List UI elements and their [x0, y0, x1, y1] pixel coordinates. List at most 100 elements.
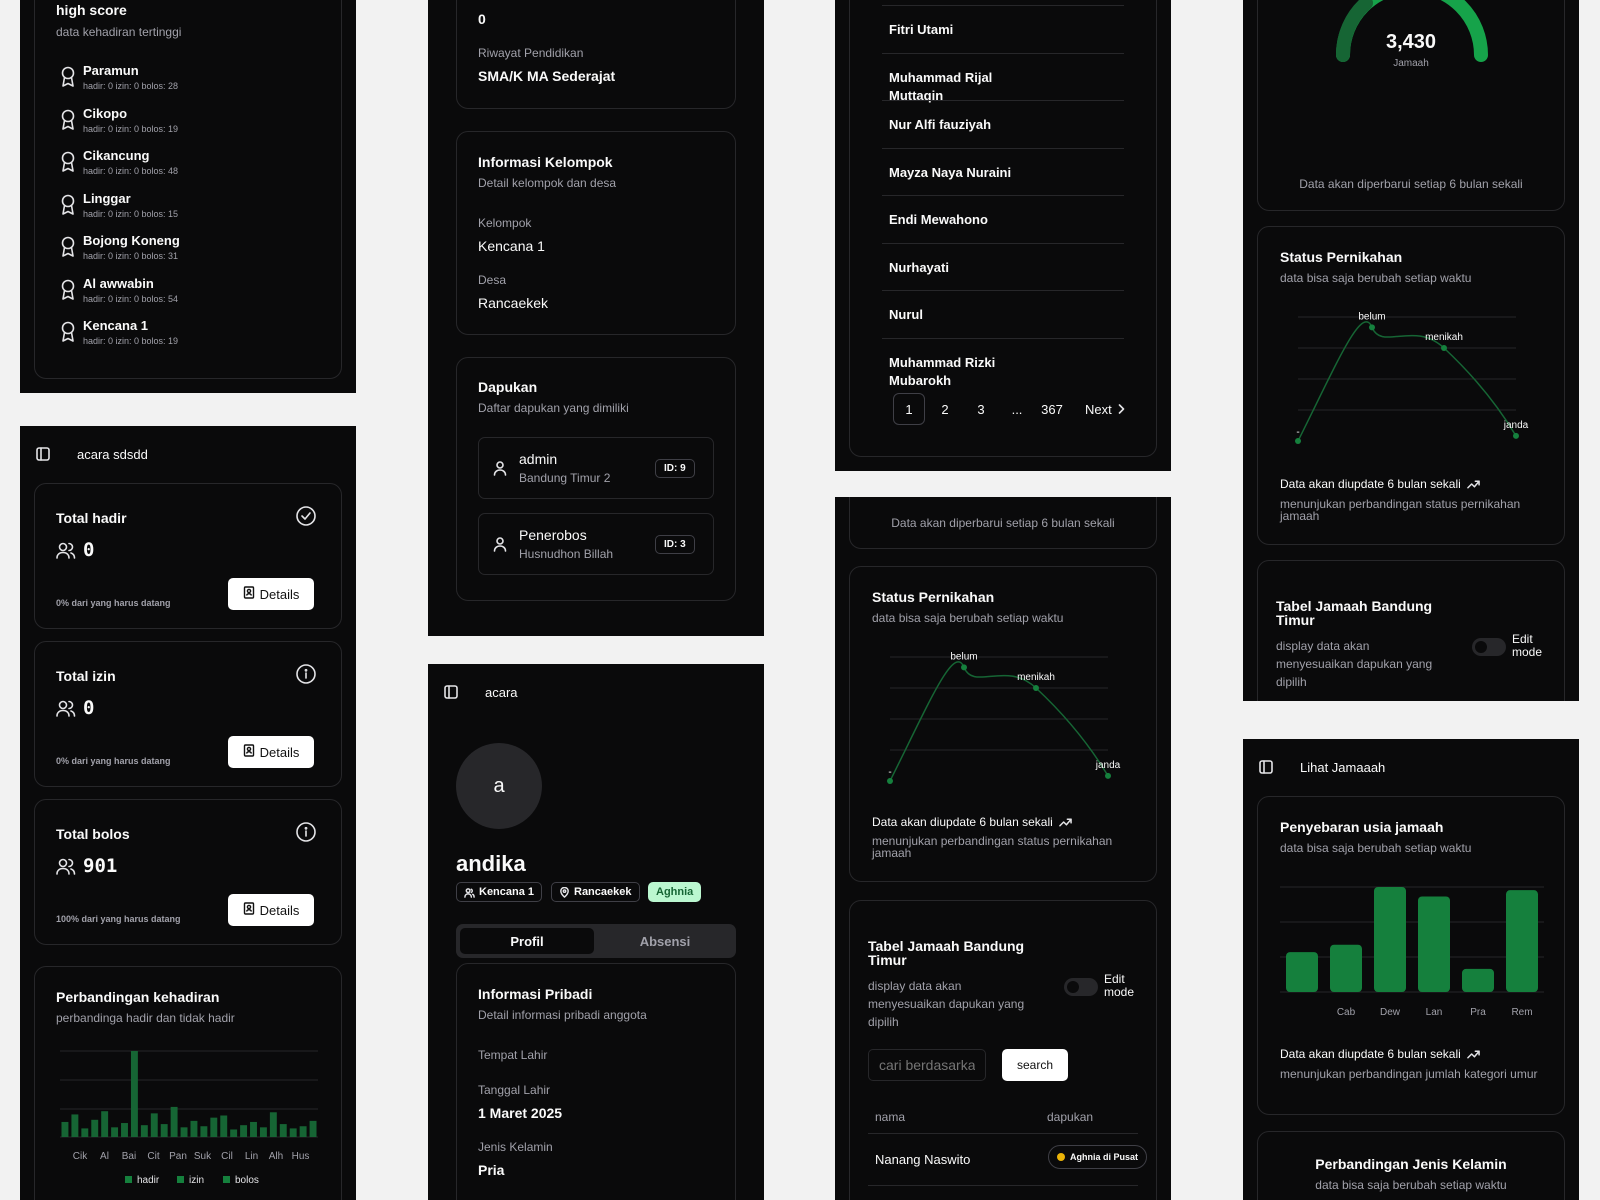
- tab-absensi[interactable]: Absensi: [598, 928, 732, 954]
- profile-partial-card: 0 Riwayat Pendidikan SMA/K MA Sederajat: [456, 0, 736, 109]
- award-icon: [60, 236, 76, 263]
- name-row[interactable]: Nurhayati: [889, 259, 1019, 277]
- table-row-dapukan: Aghnia di Pusat: [1048, 1145, 1148, 1169]
- dapukan-name: Penerobos: [519, 527, 587, 543]
- row-divider: [882, 195, 1124, 196]
- dapukan-id-badge: ID: 3: [655, 535, 695, 554]
- x-tick-label: Hus: [292, 1151, 310, 1162]
- status-point: [1369, 324, 1375, 331]
- usia-footer: Data akan diupdate 6 bulan sekali: [1280, 1047, 1480, 1061]
- dapukan-name: admin: [519, 451, 558, 467]
- dapukan-item[interactable]: admin Bandung Timur 2 ID: 9: [478, 437, 714, 499]
- bolos-bar: [289, 1128, 297, 1137]
- details-button[interactable]: Details: [228, 578, 314, 610]
- users-icon: [56, 541, 76, 564]
- sidebar-toggle-icon[interactable]: [36, 447, 50, 461]
- page-button[interactable]: 3: [965, 393, 997, 425]
- dapukan-subtitle: Daftar dapukan yang dimiliki: [478, 401, 629, 415]
- stat-value: 0: [83, 539, 95, 561]
- sidebar-toggle-icon[interactable]: [1259, 760, 1273, 774]
- sidebar-toggle-icon[interactable]: [444, 685, 458, 699]
- jamaah-header-title: Lihat Jamaaah: [1300, 760, 1386, 775]
- details-button[interactable]: Details: [228, 894, 314, 926]
- search-button[interactable]: search: [1002, 1049, 1068, 1081]
- bolos-bar: [170, 1106, 178, 1137]
- compare-chart: Cik Al Bai Cit Pan Suk Cil Lin Alh Hus hadir izin bo…: [60, 1050, 318, 1186]
- award-icon: [60, 66, 76, 93]
- table-title: Tabel Jamaah Bandung Timur: [868, 938, 1025, 968]
- name-row[interactable]: Endi Mewahono: [889, 211, 1019, 229]
- x-tick-label: Pan: [169, 1151, 187, 1162]
- usia-bar: [1330, 944, 1362, 992]
- tab-profil[interactable]: Profil: [460, 928, 594, 954]
- edit-mode-toggle[interactable]: [1472, 638, 1506, 656]
- status-title: Status Pernikahan: [1280, 249, 1403, 265]
- bolos-bar: [71, 1114, 79, 1137]
- name-row[interactable]: Fitri Utami: [889, 21, 1019, 39]
- gauge-card: 3,430 Jamaah Data akan diperbarui setiap…: [1257, 0, 1565, 211]
- col-nama-header: nama: [875, 1110, 906, 1124]
- edit-mode-toggle[interactable]: [1064, 978, 1098, 996]
- book-icon: [243, 744, 255, 760]
- status-point: [1033, 685, 1039, 691]
- compare-card: Perbandingan kehadiran perbandinga hadir…: [34, 966, 342, 1200]
- stat-note: 0% dari yang harus datang: [56, 756, 171, 766]
- dapukan-item[interactable]: Penerobos Husnudhon Billah ID: 3: [478, 513, 714, 575]
- name-row[interactable]: Mayza Naya Nuraini: [889, 164, 1019, 182]
- dapukan-place: Bandung Timur 2: [519, 471, 611, 485]
- bolos-bar: [121, 1123, 128, 1137]
- bolos-bar: [250, 1121, 257, 1137]
- x-tick-label: Cik: [73, 1151, 88, 1162]
- table-subtitle: display data akan menyesuaikan dapukan y…: [1276, 639, 1433, 689]
- usia-card: Penyebaran usia jamaah data bisa saja be…: [1257, 796, 1565, 1115]
- map-pin-icon: [560, 886, 569, 898]
- book-icon: [243, 586, 255, 602]
- award-icon: [60, 194, 76, 221]
- tanggal-lahir-label: Tanggal Lahir: [478, 1083, 551, 1097]
- next-page-button[interactable]: Next: [1085, 402, 1125, 417]
- status-point-label: menikah: [1017, 672, 1055, 683]
- name-row[interactable]: Nur Alfi fauziyah: [889, 116, 1019, 134]
- usia-chart: Cab Dew Lan Pra Rem: [1280, 886, 1544, 1018]
- row-divider: [882, 52, 1124, 54]
- highscore-item-name: Paramun: [83, 63, 139, 78]
- status-point: [1441, 345, 1447, 351]
- details-button[interactable]: Details: [228, 736, 314, 768]
- highscore-item-name: Cikopo: [83, 105, 128, 121]
- details-button-label: Details: [259, 902, 300, 918]
- gauge-value: 3,430: [1385, 31, 1437, 53]
- status-point-label: belum: [950, 651, 977, 662]
- tempat-lahir-label: Tempat Lahir: [478, 1048, 548, 1062]
- table-row-name: Nanang Naswito: [875, 1152, 971, 1167]
- profile-header-title: acara: [485, 685, 518, 700]
- trending-up-icon: [1058, 818, 1072, 827]
- name-row[interactable]: Nurul: [889, 306, 1019, 324]
- avatar-letter: a: [493, 774, 505, 797]
- stat-title: Total bolos: [56, 826, 130, 842]
- legend-label: bolos: [235, 1175, 259, 1186]
- row-divider: [882, 290, 1124, 291]
- legend-label: hadir: [137, 1175, 160, 1186]
- status-chart: - belum menikah janda: [1295, 311, 1529, 444]
- status-footer-label: Data akan diupdate 6 bulan sekali: [872, 815, 1053, 829]
- x-tick-label: Lan: [1426, 1007, 1443, 1018]
- status-line: [1297, 321, 1517, 442]
- page-button[interactable]: 367: [1036, 393, 1068, 425]
- bolos-bar: [259, 1127, 267, 1137]
- stat-title: Total izin: [56, 668, 116, 684]
- profile-tabs: Profil Absensi: [456, 924, 736, 958]
- usia-bar: [1506, 890, 1538, 992]
- page-button[interactable]: 2: [929, 393, 961, 425]
- aghnia-badge: Aghnia: [648, 882, 702, 902]
- gauge-update-note: Data akan diperbarui setiap 6 bulan seka…: [1299, 177, 1523, 191]
- highscore-item-stats: hadir: 0 izin: 0 bolos: 19: [83, 336, 179, 346]
- pribadi-title: Informasi Pribadi: [478, 986, 593, 1002]
- page-button[interactable]: 1: [893, 393, 925, 425]
- name-row[interactable]: Muhammad Rizki Mubarokh: [889, 354, 1019, 390]
- col-dapukan-header: dapukan: [1047, 1110, 1094, 1124]
- bolos-bar: [81, 1128, 89, 1137]
- bolos-bar: [61, 1121, 69, 1137]
- search-input[interactable]: [868, 1049, 986, 1081]
- compare-subtitle: perbandinga hadir dan tidak hadir: [56, 1011, 235, 1025]
- legend-swatch: [125, 1176, 132, 1183]
